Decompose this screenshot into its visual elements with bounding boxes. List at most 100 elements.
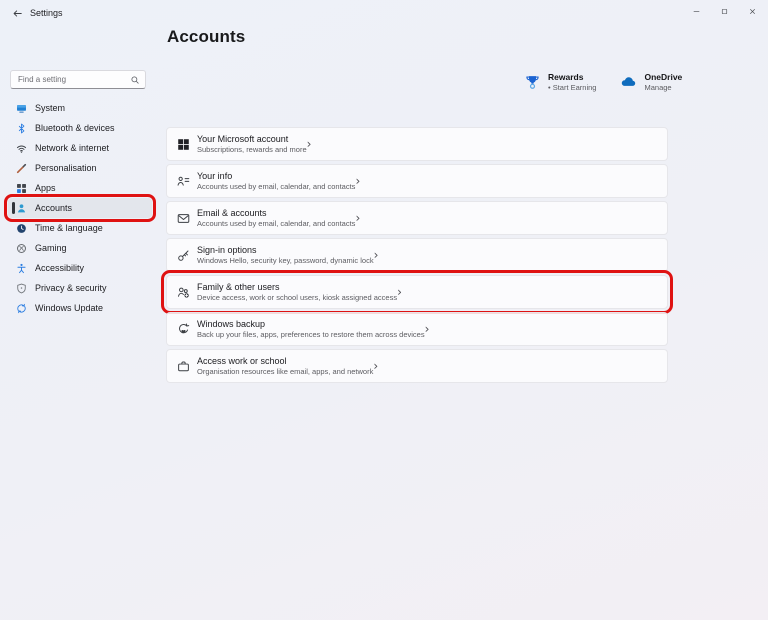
quick-link-title: OneDrive	[644, 72, 683, 82]
accessibility-icon	[16, 263, 27, 274]
sidebar-item-network-internet[interactable]: Network & internet	[8, 138, 152, 158]
sidebar-item-time-language[interactable]: Time & language	[8, 218, 152, 238]
brush-icon	[16, 163, 27, 174]
card-access-work-or-school[interactable]: Access work or school Organisation resour…	[166, 349, 668, 383]
minimize-button[interactable]	[682, 0, 710, 22]
briefcase-icon	[177, 360, 190, 373]
chevron-right-icon: ›	[373, 359, 379, 373]
card-text: Your Microsoft account Subscriptions, rew…	[197, 134, 307, 155]
sidebar-item-privacy-security[interactable]: Privacy & security	[8, 278, 152, 298]
quick-link-title: Rewards	[548, 72, 584, 82]
card-title: Family & other users	[197, 281, 280, 292]
sidebar-item-label: Apps	[35, 183, 56, 193]
apps-grid-icon	[16, 183, 27, 194]
sidebar-item-windows-update[interactable]: Windows Update	[8, 298, 152, 318]
card-your-info[interactable]: Your info Accounts used by email, calenda…	[166, 164, 668, 198]
sidebar-item-label: Accounts	[35, 203, 73, 213]
trophy-icon	[524, 74, 541, 91]
maximize-button[interactable]	[710, 0, 738, 22]
chevron-right-icon: ›	[424, 322, 430, 336]
key-icon	[177, 249, 190, 262]
card-title: Your Microsoft account	[197, 133, 289, 144]
card-subtitle: Accounts used by email, calendar, and co…	[197, 218, 356, 228]
card-text: Windows backup Back up your files, apps, …	[197, 319, 425, 340]
card-windows-backup[interactable]: Windows backup Back up your files, apps, …	[166, 312, 668, 346]
rewards-link[interactable]: Rewards • Start Earning	[524, 72, 596, 94]
card-title: Sign-in options	[197, 244, 257, 255]
onedrive-text: OneDrive Manage	[644, 72, 682, 94]
card-subtitle: Accounts used by email, calendar, and co…	[197, 181, 356, 191]
shield-icon	[16, 283, 27, 294]
arrow-left-icon	[12, 8, 23, 19]
sidebar-item-personalisation[interactable]: Personalisation	[8, 158, 152, 178]
sidebar-item-label: Time & language	[35, 223, 103, 233]
onedrive-link[interactable]: OneDrive Manage	[620, 72, 682, 94]
quick-link-subtitle: Manage	[644, 83, 672, 93]
search-icon	[130, 75, 140, 85]
card-text: Your info Accounts used by email, calenda…	[197, 171, 355, 192]
wifi-icon	[16, 143, 27, 154]
header-links: Rewards • Start Earning OneDrive Manage	[524, 72, 682, 94]
card-subtitle: Back up your files, apps, preferences to…	[197, 329, 425, 339]
card-text: Sign-in options Windows Hello, security k…	[197, 245, 374, 266]
people-add-icon	[177, 286, 190, 299]
search-input[interactable]	[18, 75, 130, 84]
card-subtitle: Device access, work or school users, kio…	[197, 292, 398, 302]
card-email-accounts[interactable]: Email & accounts Accounts used by email, …	[166, 201, 668, 235]
card-your-microsoft-account[interactable]: Your Microsoft account Subscriptions, rew…	[166, 127, 668, 161]
card-subtitle: Subscriptions, rewards and more	[197, 144, 307, 154]
sidebar-item-accounts[interactable]: Accounts	[4, 194, 156, 222]
sidebar-item-gaming[interactable]: Gaming	[8, 238, 152, 258]
sidebar-item-label: Privacy & security	[35, 283, 107, 293]
sidebar-item-apps[interactable]: Apps	[8, 178, 152, 198]
sidebar-item-label: Windows Update	[35, 303, 104, 313]
window-controls	[682, 0, 766, 22]
chevron-right-icon: ›	[306, 137, 312, 151]
sidebar-item-label: Bluetooth & devices	[35, 123, 115, 133]
rewards-text: Rewards • Start Earning	[548, 72, 596, 94]
quick-link-subtitle: • Start Earning	[548, 83, 597, 93]
card-text: Family & other users Device access, work …	[197, 282, 397, 303]
cloud-icon	[620, 74, 637, 91]
chevron-right-icon: ›	[373, 248, 379, 262]
search-box	[10, 70, 146, 89]
close-button[interactable]	[738, 0, 766, 22]
chevron-right-icon: ›	[397, 285, 402, 299]
selected-indicator	[12, 202, 15, 214]
sidebar-item-accessibility[interactable]: Accessibility	[8, 258, 152, 278]
card-text: Access work or school Organisation resour…	[197, 356, 373, 377]
sidebar-nav: System Bluetooth & devices Network & inter…	[0, 98, 160, 318]
sidebar-item-label: System	[35, 103, 66, 113]
card-family-other-users[interactable]: Family & other users Device access, work …	[161, 270, 673, 314]
page-title: Accounts	[167, 27, 246, 46]
sidebar-item-label: Accessibility	[35, 263, 85, 273]
sidebar-item-bluetooth-devices[interactable]: Bluetooth & devices	[8, 118, 152, 138]
card-sign-in-options[interactable]: Sign-in options Windows Hello, security k…	[166, 238, 668, 272]
card-title: Access work or school	[197, 355, 287, 366]
card-subtitle: Organisation resources like email, apps,…	[197, 366, 374, 376]
settings-cards: Your Microsoft account Subscriptions, rew…	[161, 127, 673, 383]
mail-icon	[177, 212, 190, 225]
chevron-right-icon: ›	[355, 211, 361, 225]
minimize-icon	[692, 7, 701, 16]
sidebar-item-label: Network & internet	[35, 143, 110, 153]
sidebar-item-system[interactable]: System	[8, 98, 152, 118]
sidebar-item-label: Personalisation	[35, 163, 97, 173]
sidebar-item-label: Gaming	[35, 243, 67, 253]
contact-card-icon	[177, 175, 190, 188]
window-title: Settings	[30, 8, 63, 18]
clock-icon	[16, 223, 27, 234]
maximize-icon	[720, 7, 729, 16]
card-subtitle: Windows Hello, security key, password, d…	[197, 255, 374, 265]
backup-icon	[177, 322, 190, 336]
xbox-icon	[16, 243, 27, 254]
back-button[interactable]	[8, 5, 26, 21]
person-icon	[16, 203, 27, 214]
update-icon	[16, 303, 27, 314]
microsoft-logo-icon	[177, 138, 190, 151]
card-text: Email & accounts Accounts used by email, …	[197, 208, 355, 229]
card-title: Windows backup	[197, 318, 266, 329]
card-title: Your info	[197, 170, 233, 181]
monitor-icon	[16, 103, 27, 114]
card-title: Email & accounts	[197, 207, 267, 218]
